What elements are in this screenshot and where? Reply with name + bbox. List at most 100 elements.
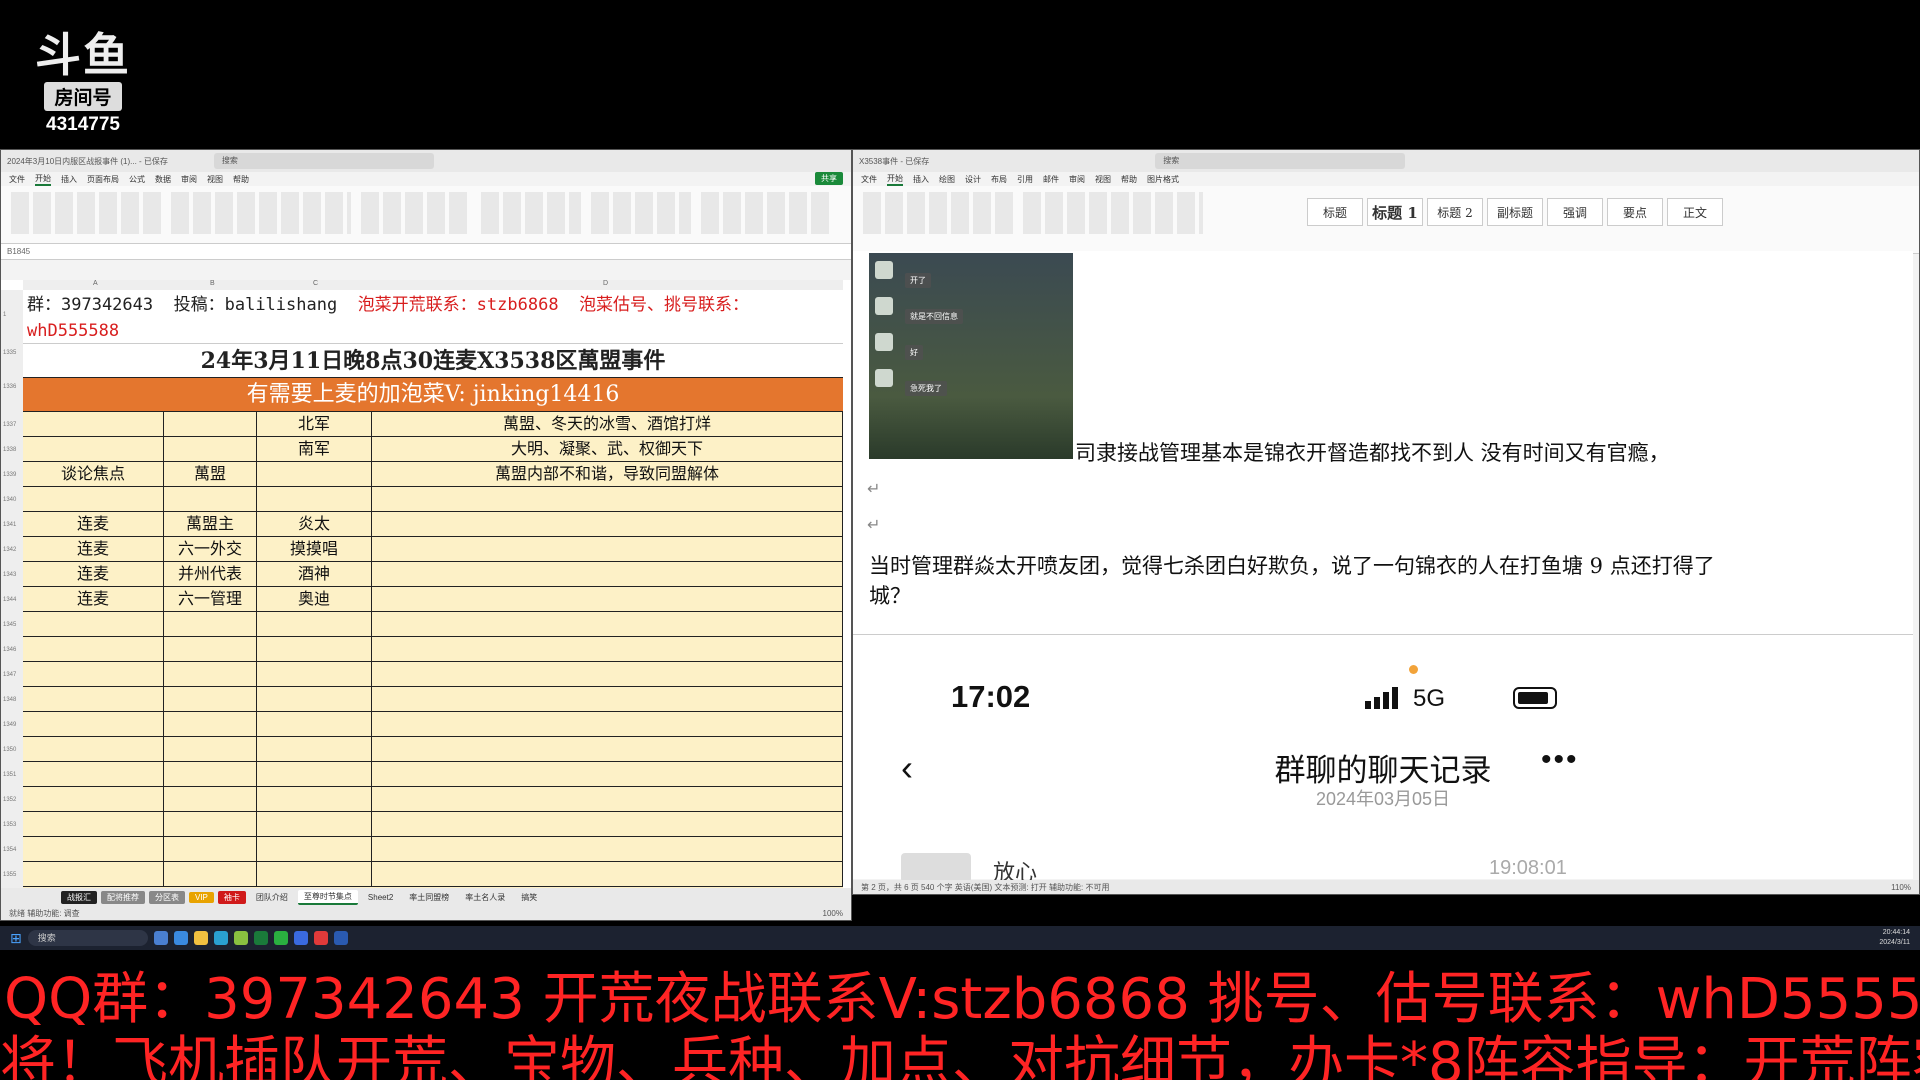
document-page[interactable]: 开了 就是不回信息 好 急死我了 司隶接战管理基本是锦衣开督造都找不到人 没有时… <box>853 251 1913 885</box>
row-number[interactable]: 1340 <box>3 497 16 503</box>
word-menu-draw[interactable]: 绘图 <box>939 174 955 185</box>
word-menu-review[interactable]: 审阅 <box>1069 174 1085 185</box>
cell-a[interactable] <box>23 487 164 511</box>
cell-d[interactable] <box>372 712 843 736</box>
word-menu-home[interactable]: 开始 <box>887 173 903 186</box>
excel-menu-review[interactable]: 审阅 <box>181 174 197 185</box>
app-icon[interactable] <box>313 931 328 945</box>
tab-rank[interactable]: 率土同盟榜 <box>403 891 455 904</box>
table-row[interactable] <box>23 762 843 787</box>
cell-a[interactable] <box>23 862 164 886</box>
cell-c[interactable] <box>257 712 372 736</box>
spreadsheet-grid[interactable]: A B C D 1 1335 1336 1337 1338 1339 1340 1341 134… <box>1 280 851 888</box>
col-b[interactable]: B <box>210 280 215 287</box>
excel-menu-insert[interactable]: 插入 <box>61 174 77 185</box>
row-number[interactable]: 1346 <box>3 647 16 653</box>
editing-group[interactable] <box>701 192 831 234</box>
style-heading1[interactable]: 标题 1 <box>1367 198 1423 226</box>
table-row[interactable]: 北军 萬盟、冬天的冰雪、酒馆打烊 <box>23 412 843 437</box>
cell-d[interactable] <box>372 562 843 586</box>
excel-menu-file[interactable]: 文件 <box>9 174 25 185</box>
cell-d[interactable] <box>372 587 843 611</box>
table-row[interactable]: 连麦 六一管理 奥迪 <box>23 587 843 612</box>
cell-b[interactable]: 萬盟 <box>164 462 257 486</box>
excel-menu-home[interactable]: 开始 <box>35 173 51 186</box>
cell-c[interactable]: 北军 <box>257 412 372 436</box>
cell-b[interactable] <box>164 762 257 786</box>
number-group[interactable] <box>361 192 471 234</box>
table-row[interactable] <box>23 487 843 512</box>
cell-b[interactable] <box>164 837 257 861</box>
cell-c[interactable]: 酒神 <box>257 562 372 586</box>
word-menu-file[interactable]: 文件 <box>861 174 877 185</box>
share-button[interactable]: 共享 <box>815 172 843 185</box>
tab-active[interactable]: 至尊时节集点 <box>297 889 358 905</box>
style-emphasis[interactable]: 强调 <box>1547 198 1603 226</box>
excel-menu-layout[interactable]: 页面布局 <box>87 174 119 185</box>
cell-c[interactable] <box>257 462 372 486</box>
cell-b[interactable] <box>164 487 257 511</box>
row-number[interactable]: 1341 <box>3 522 16 528</box>
word-menu-view[interactable]: 视图 <box>1095 174 1111 185</box>
cell-c[interactable] <box>257 487 372 511</box>
word-menu-mailings[interactable]: 邮件 <box>1043 174 1059 185</box>
cell-b[interactable] <box>164 862 257 886</box>
table-row[interactable] <box>23 662 843 687</box>
excel-menu-view[interactable]: 视图 <box>207 174 223 185</box>
tab-peijiang[interactable]: 配将推荐 <box>101 890 145 904</box>
chat-screenshot-image[interactable]: 开了 就是不回信息 好 急死我了 <box>869 253 1073 459</box>
style-subtitle[interactable]: 副标题 <box>1487 198 1543 226</box>
table-row[interactable] <box>23 837 843 862</box>
styles-group[interactable] <box>481 192 581 234</box>
cell-b[interactable] <box>164 687 257 711</box>
cell-d[interactable] <box>372 687 843 711</box>
tab-xiuka[interactable]: 袖卡 <box>217 890 246 904</box>
cell-a[interactable] <box>23 737 164 761</box>
header-contact-row[interactable]: 群：397342643 投稿：balilishang 泡菜开荒联系：stzb68… <box>23 290 843 344</box>
cell-b[interactable]: 六一外交 <box>164 537 257 561</box>
row-number[interactable]: 1337 <box>3 422 16 428</box>
word-font-group[interactable] <box>863 192 1013 234</box>
cell-c[interactable] <box>257 687 372 711</box>
cell-a[interactable] <box>23 762 164 786</box>
sheet-body[interactable]: 群：397342643 投稿：balilishang 泡菜开荒联系：stzb68… <box>23 290 843 888</box>
word-menu-design[interactable]: 设计 <box>965 174 981 185</box>
cell-b[interactable] <box>164 437 257 461</box>
table-row[interactable]: 连麦 萬盟主 炎太 <box>23 512 843 537</box>
cell-d[interactable] <box>372 512 843 536</box>
cell-d[interactable] <box>372 837 843 861</box>
app-icon[interactable] <box>173 931 188 945</box>
table-row[interactable] <box>23 862 843 887</box>
cell-b[interactable] <box>164 812 257 836</box>
excel-search-box[interactable]: 搜索 <box>213 153 434 169</box>
row-number[interactable]: 1348 <box>3 697 16 703</box>
clipboard-font-group[interactable] <box>11 192 161 234</box>
doc-paragraph-2-line-1[interactable]: 当时管理群焱太开喷友团，觉得七杀团白好欺负，说了一句锦衣的人在打鱼塘 9 点还打… <box>869 550 1715 580</box>
cell-d[interactable] <box>372 862 843 886</box>
app-icon[interactable] <box>153 931 168 945</box>
row-number[interactable]: 1351 <box>3 772 16 778</box>
cell-a[interactable] <box>23 787 164 811</box>
style-strong[interactable]: 要点 <box>1607 198 1663 226</box>
cell-b[interactable] <box>164 412 257 436</box>
row-number[interactable]: 1355 <box>3 872 16 878</box>
tab-vip[interactable]: VIP <box>189 891 214 903</box>
cell-a[interactable] <box>23 687 164 711</box>
cell-a[interactable] <box>23 612 164 636</box>
doc-paragraph-2-line-2[interactable]: 城？ <box>869 580 911 610</box>
cell-c[interactable] <box>257 737 372 761</box>
tab-sheet2[interactable]: Sheet2 <box>362 892 399 903</box>
cells-group[interactable] <box>591 192 691 234</box>
cell-a[interactable]: 连麦 <box>23 562 164 586</box>
table-row[interactable]: 连麦 并州代表 酒神 <box>23 562 843 587</box>
cell-d[interactable] <box>372 762 843 786</box>
cell-b[interactable] <box>164 662 257 686</box>
cell-d[interactable] <box>372 812 843 836</box>
cell-d[interactable]: 萬盟内部不和谐，导致同盟解体 <box>372 462 843 486</box>
cell-d[interactable]: 大明、凝聚、武、权御天下 <box>372 437 843 461</box>
cell-b[interactable]: 萬盟主 <box>164 512 257 536</box>
table-row[interactable] <box>23 612 843 637</box>
tab-team[interactable]: 团队介绍 <box>250 891 294 904</box>
cell-c[interactable] <box>257 787 372 811</box>
cell-d[interactable]: 萬盟、冬天的冰雪、酒馆打烊 <box>372 412 843 436</box>
